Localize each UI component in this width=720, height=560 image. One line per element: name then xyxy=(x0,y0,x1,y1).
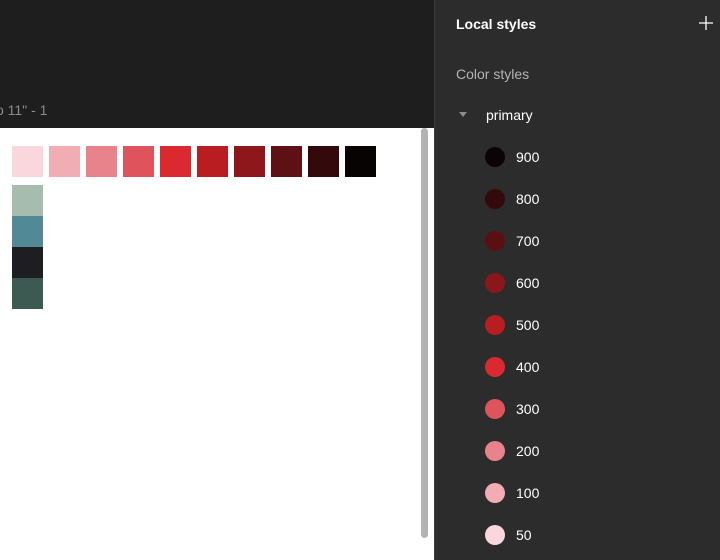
frame-label[interactable]: o 11" - 1 xyxy=(0,102,47,118)
color-style-item[interactable]: 900 xyxy=(485,145,705,169)
color-swatch-icon xyxy=(485,525,505,545)
swatch-800[interactable] xyxy=(308,146,339,177)
swatch-200[interactable] xyxy=(86,146,117,177)
style-group-primary[interactable]: primary xyxy=(459,104,533,126)
color-style-label: 500 xyxy=(516,317,540,333)
swatch-teal[interactable] xyxy=(12,216,43,247)
color-style-item[interactable]: 200 xyxy=(485,439,705,463)
color-swatch-icon xyxy=(485,483,505,503)
color-swatch-icon xyxy=(485,441,505,461)
color-style-label: 50 xyxy=(516,527,532,543)
color-swatch-icon xyxy=(485,273,505,293)
color-style-label: 100 xyxy=(516,485,540,501)
swatch-400[interactable] xyxy=(160,146,191,177)
color-style-item[interactable]: 400 xyxy=(485,355,705,379)
color-style-label: 300 xyxy=(516,401,540,417)
color-swatch-icon xyxy=(485,147,505,167)
color-style-item[interactable]: 50 xyxy=(485,523,705,547)
swatch-700[interactable] xyxy=(271,146,302,177)
canvas[interactable]: o 11" - 1 xyxy=(0,0,434,560)
color-style-label: 900 xyxy=(516,149,540,165)
color-style-item[interactable]: 100 xyxy=(485,481,705,505)
app-window: o 11" - 1 Local styles Color styles prim… xyxy=(0,0,720,560)
swatch-300[interactable] xyxy=(123,146,154,177)
color-style-item[interactable]: 500 xyxy=(485,313,705,337)
color-swatch-icon xyxy=(485,357,505,377)
swatch-900[interactable] xyxy=(345,146,376,177)
color-style-label: 800 xyxy=(516,191,540,207)
swatch-black[interactable] xyxy=(12,247,43,278)
color-style-item[interactable]: 600 xyxy=(485,271,705,295)
local-styles-panel: Local styles Color styles primary 900 800… xyxy=(434,0,720,560)
color-style-item[interactable]: 700 xyxy=(485,229,705,253)
swatch-sage[interactable] xyxy=(12,185,43,216)
color-style-item[interactable]: 800 xyxy=(485,187,705,211)
frame[interactable] xyxy=(0,128,420,560)
color-style-label: 400 xyxy=(516,359,540,375)
color-swatch-icon xyxy=(485,231,505,251)
plus-icon xyxy=(699,16,713,30)
canvas-scrollbar[interactable] xyxy=(421,128,428,538)
style-group-label: primary xyxy=(486,107,533,123)
color-style-label: 600 xyxy=(516,275,540,291)
swatch-600[interactable] xyxy=(234,146,265,177)
panel-title: Local styles xyxy=(456,16,537,32)
color-style-label: 700 xyxy=(516,233,540,249)
caret-down-icon[interactable] xyxy=(459,112,467,118)
section-title-color-styles: Color styles xyxy=(456,66,530,82)
add-style-button[interactable] xyxy=(695,12,717,34)
color-style-item[interactable]: 300 xyxy=(485,397,705,421)
swatch-100[interactable] xyxy=(49,146,80,177)
color-swatch-icon xyxy=(485,189,505,209)
swatch-50[interactable] xyxy=(12,146,43,177)
color-swatch-icon xyxy=(485,399,505,419)
swatch-500[interactable] xyxy=(197,146,228,177)
swatch-dark-green[interactable] xyxy=(12,278,43,309)
color-style-label: 200 xyxy=(516,443,540,459)
color-swatch-icon xyxy=(485,315,505,335)
